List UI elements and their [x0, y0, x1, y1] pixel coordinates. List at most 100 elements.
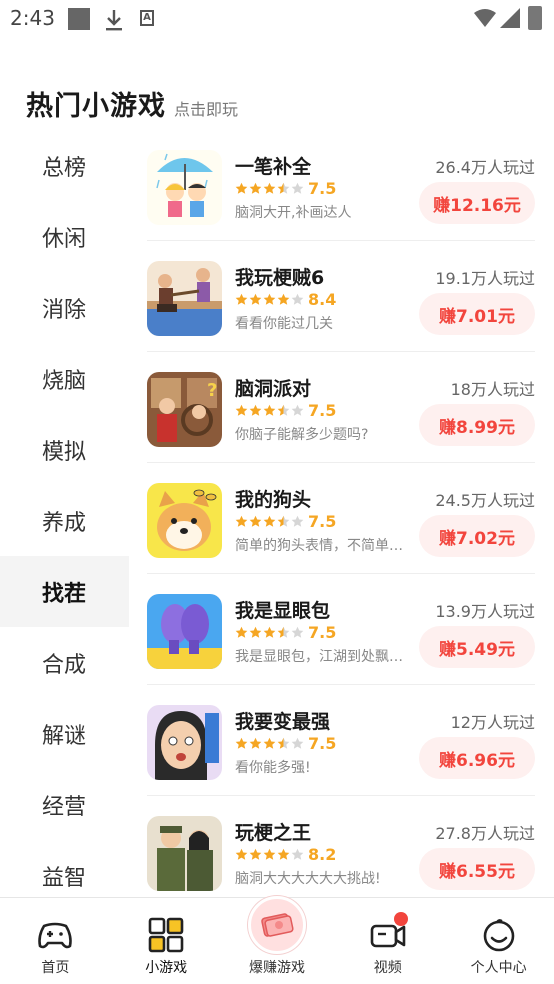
earn-button[interactable]: 赚6.96元 — [419, 737, 535, 779]
game-name: 我玩梗贼6 — [235, 267, 325, 289]
sidebar-item-jiemi[interactable]: 解谜 — [0, 698, 129, 769]
players-count: 26.4万人玩过 — [435, 158, 535, 177]
game-list-item[interactable]: ? 脑洞派对 7.5 你脑子能解多少题吗? 18万人玩过 赚8.99元 — [147, 352, 535, 463]
game-list-item[interactable]: 玩梗之王 8.2 脑洞大大大大大大挑战! 27.8万人玩过 赚6.55元 — [147, 796, 535, 907]
sidebar-item-label: 模拟 — [42, 439, 87, 465]
nav-earn-games[interactable]: 爆赚游戏 — [222, 896, 333, 984]
game-rating: 7.5 — [235, 734, 336, 753]
star-icon — [291, 404, 304, 416]
rating-value: 7.5 — [308, 512, 337, 531]
star-icon — [235, 404, 248, 416]
earn-button[interactable]: 赚7.02元 — [419, 515, 535, 557]
rating-value: 8.4 — [308, 290, 337, 309]
uniform-couple-icon — [147, 816, 222, 891]
earn-button[interactable]: 赚7.01元 — [419, 293, 535, 335]
sidebar-item-label: 总榜 — [42, 155, 87, 181]
sidebar-item-zhaocha[interactable]: 找茬 — [0, 556, 129, 627]
rain-umbrella-kids-icon — [147, 150, 222, 225]
rating-value: 7.5 — [308, 623, 337, 642]
page-title: 热门小游戏 — [26, 91, 166, 122]
star-icon — [263, 293, 276, 305]
star-icon — [249, 293, 262, 305]
game-list-item[interactable]: 我要变最强 7.5 看你能多强! 12万人玩过 赚6.96元 — [147, 685, 535, 796]
nav-profile[interactable]: 个人中心 — [443, 898, 554, 984]
sidebar-item-yangcheng[interactable]: 养成 — [0, 485, 129, 556]
nav-video[interactable]: 视频 — [332, 898, 443, 984]
smiley-face-icon — [483, 919, 514, 952]
star-icon — [291, 182, 304, 194]
game-list: 一笔补全 7.5 脑洞大开,补画达人 26.4万人玩过 赚12.16元 我玩梗贼… — [147, 130, 535, 907]
nav-home[interactable]: 首页 — [0, 898, 111, 984]
rating-value: 7.5 — [308, 734, 337, 753]
star-icon — [249, 404, 262, 416]
star-icon — [235, 737, 248, 749]
game-description: 简单的狗头表情，不简单的挑战 — [235, 538, 415, 554]
star-icon — [291, 293, 304, 305]
star-rating — [235, 404, 305, 417]
wifi-icon — [474, 9, 496, 27]
star-icon — [235, 626, 248, 638]
star-rating — [235, 848, 305, 861]
players-count: 24.5万人玩过 — [435, 491, 535, 510]
category-sidebar: 总榜 休闲 消除 烧脑 模拟 养成 找茬 合成 解谜 经营 益智 — [0, 130, 129, 911]
nav-label: 爆赚游戏 — [248, 960, 305, 976]
battery-icon — [528, 6, 542, 30]
sidebar-item-shaonao[interactable]: 烧脑 — [0, 343, 129, 414]
sidebar-item-label: 益智 — [42, 865, 87, 891]
game-list-item[interactable]: 我的狗头 7.5 简单的狗头表情，不简单的挑战 24.5万人玩过 赚7.02元 — [147, 463, 535, 574]
sidebar-item-label: 合成 — [42, 652, 87, 678]
game-description: 看看你能过几关 — [235, 316, 333, 332]
page-subtitle: 点击即玩 — [174, 100, 239, 119]
star-icon — [277, 293, 290, 305]
sidebar-item-moni[interactable]: 模拟 — [0, 414, 129, 485]
game-name: 玩梗之王 — [235, 822, 312, 844]
players-count: 27.8万人玩过 — [435, 824, 535, 843]
star-icon — [291, 737, 304, 749]
star-icon — [277, 848, 290, 860]
app-notification-icon: A — [140, 10, 154, 26]
star-icon — [263, 848, 276, 860]
game-rating: 7.5 — [235, 512, 336, 531]
star-icon — [263, 515, 276, 527]
star-icon — [291, 515, 304, 527]
star-rating — [235, 737, 305, 750]
players-count: 12万人玩过 — [450, 713, 535, 732]
game-list-item[interactable]: 我是显眼包 7.5 我是显眼包，江湖到处飘来飘去 13.9万人玩过 赚5.49元 — [147, 574, 535, 685]
sidebar-item-xiaochu[interactable]: 消除 — [0, 272, 129, 343]
sidebar-item-xiuxian[interactable]: 休闲 — [0, 201, 129, 272]
status-bar: 2:43 A — [0, 0, 554, 40]
game-name: 一笔补全 — [235, 156, 312, 178]
sidebar-item-hecheng[interactable]: 合成 — [0, 627, 129, 698]
players-count: 13.9万人玩过 — [435, 602, 535, 621]
earn-button[interactable]: 赚6.55元 — [419, 848, 535, 890]
game-list-item[interactable]: 我玩梗贼6 8.4 看看你能过几关 19.1万人玩过 赚7.01元 — [147, 241, 535, 352]
nav-mini-games[interactable]: 小游戏 — [111, 898, 222, 984]
star-icon — [277, 404, 290, 416]
svg-text:?: ? — [207, 380, 217, 401]
star-rating — [235, 293, 305, 306]
star-icon — [277, 515, 290, 527]
earn-button[interactable]: 赚5.49元 — [419, 626, 535, 668]
earn-button[interactable]: 赚8.99元 — [419, 404, 535, 446]
dog-head-icon — [147, 483, 222, 558]
nav-label: 首页 — [41, 960, 70, 976]
sidebar-item-label: 消除 — [42, 297, 87, 323]
game-description: 看你能多强! — [235, 760, 311, 776]
tug-of-war-icon — [147, 261, 222, 336]
game-description: 我是显眼包，江湖到处飘来飘去 — [235, 649, 415, 665]
purple-character-icon — [147, 594, 222, 669]
bottom-nav: 首页 小游戏 爆赚游戏 视频 个人中心 — [0, 896, 554, 984]
game-list-item[interactable]: 一笔补全 7.5 脑洞大开,补画达人 26.4万人玩过 赚12.16元 — [147, 130, 535, 241]
sidebar-item-jingying[interactable]: 经营 — [0, 769, 129, 840]
game-rating: 7.5 — [235, 179, 336, 198]
earn-button[interactable]: 赚12.16元 — [419, 182, 535, 224]
sidebar-item-label: 找茬 — [42, 581, 87, 607]
star-icon — [277, 626, 290, 638]
sidebar-item-zongbang[interactable]: 总榜 — [0, 130, 129, 201]
star-icon — [235, 515, 248, 527]
star-rating — [235, 182, 305, 195]
sidebar-item-label: 休闲 — [42, 226, 87, 252]
game-description: 脑洞大开,补画达人 — [235, 205, 352, 221]
rating-value: 7.5 — [308, 401, 337, 420]
rating-value: 7.5 — [308, 179, 337, 198]
